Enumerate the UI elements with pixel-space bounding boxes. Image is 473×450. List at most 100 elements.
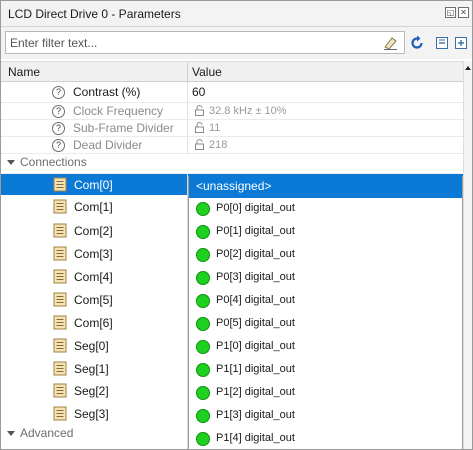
- column-header-value[interactable]: Value: [192, 65, 222, 79]
- pin-status-icon: [196, 386, 210, 400]
- help-icon[interactable]: ?: [52, 86, 65, 99]
- scroll-up-icon[interactable]: [465, 66, 471, 70]
- param-name: Sub-Frame Divider: [73, 121, 174, 135]
- help-icon[interactable]: ?: [52, 105, 65, 118]
- param-value: 218: [209, 139, 228, 151]
- pin-status-icon: [196, 271, 210, 285]
- close-icon[interactable]: ✕: [458, 7, 469, 18]
- pin-status-icon: [196, 294, 210, 308]
- restore-icon[interactable]: ◱: [445, 7, 456, 18]
- contrast-value-input[interactable]: 60: [192, 85, 205, 99]
- connection-name: Com[1]: [74, 200, 113, 214]
- param-value: 11: [209, 122, 221, 134]
- pin-connection-icon: [53, 338, 67, 353]
- param-name: Dead Divider: [73, 138, 143, 152]
- category-label: Advanced: [20, 426, 74, 440]
- pin-status-icon: [196, 340, 210, 354]
- pin-connection-icon: [53, 361, 67, 376]
- pin-connection-icon: [53, 199, 67, 214]
- connection-name: Com[0]: [74, 178, 113, 192]
- category-connections[interactable]: Connections: [1, 154, 463, 174]
- filter-input[interactable]: Enter filter text...: [5, 31, 405, 54]
- column-header-name[interactable]: Name: [8, 65, 40, 79]
- dropdown-option[interactable]: P0[4] digital_out: [189, 290, 462, 312]
- dropdown-option[interactable]: P1[1] digital_out: [189, 359, 462, 381]
- connection-name: Seg[2]: [74, 384, 109, 398]
- column-divider[interactable]: [187, 62, 188, 82]
- pin-assignment-dropdown[interactable]: <unassigned> P0[0] digital_out P0[1] dig…: [188, 176, 463, 449]
- category-label: Connections: [20, 155, 87, 169]
- vertical-scrollbar[interactable]: [463, 61, 472, 449]
- dropdown-option-unassigned[interactable]: <unassigned>: [189, 176, 462, 198]
- connection-name: Seg[1]: [74, 362, 109, 376]
- pin-connection-icon: [53, 269, 67, 284]
- option-label: P0[5] digital_out: [216, 317, 295, 329]
- param-row-dead-divider[interactable]: ? Dead Divider 218: [1, 137, 463, 154]
- param-name: Clock Frequency: [73, 104, 164, 118]
- dropdown-option[interactable]: P1[4] digital_out: [189, 428, 462, 449]
- pin-status-icon: [196, 248, 210, 262]
- lock-icon: [195, 122, 204, 133]
- help-icon[interactable]: ?: [52, 139, 65, 152]
- option-label: <unassigned>: [196, 179, 272, 193]
- lock-icon: [195, 139, 204, 150]
- pin-status-icon: [196, 409, 210, 423]
- connection-name: Com[3]: [74, 247, 113, 261]
- option-label: P1[3] digital_out: [216, 409, 295, 421]
- pin-connection-icon: [53, 246, 67, 261]
- pin-connection-icon: [53, 383, 67, 398]
- option-label: P0[4] digital_out: [216, 294, 295, 306]
- eraser-icon[interactable]: [382, 35, 398, 51]
- param-row-contrast[interactable]: ? Contrast (%) 60: [1, 82, 463, 103]
- param-row-sub-frame-divider[interactable]: ? Sub-Frame Divider 11: [1, 120, 463, 137]
- toolbar: Enter filter text...: [1, 27, 472, 59]
- pin-status-icon: [196, 432, 210, 446]
- option-label: P0[1] digital_out: [216, 225, 295, 237]
- dropdown-option[interactable]: P0[0] digital_out: [189, 198, 462, 220]
- dropdown-option[interactable]: P0[1] digital_out: [189, 221, 462, 243]
- collapse-arrow-icon[interactable]: [7, 431, 15, 436]
- pin-connection-icon: [53, 406, 67, 421]
- grid-header: Name Value: [1, 61, 463, 82]
- option-label: P1[0] digital_out: [216, 340, 295, 352]
- option-label: P1[1] digital_out: [216, 363, 295, 375]
- option-label: P1[4] digital_out: [216, 432, 295, 444]
- expand-all-icon[interactable]: [453, 35, 469, 51]
- connection-name: Com[6]: [74, 316, 113, 330]
- help-icon[interactable]: ?: [52, 122, 65, 135]
- dropdown-option[interactable]: P1[3] digital_out: [189, 405, 462, 427]
- parameters-panel: LCD Direct Drive 0 - Parameters ◱ ✕ Ente…: [0, 0, 473, 450]
- pin-status-icon: [196, 317, 210, 331]
- title-bar: LCD Direct Drive 0 - Parameters ◱ ✕: [1, 1, 472, 27]
- option-label: P0[0] digital_out: [216, 202, 295, 214]
- param-value: 32.8 kHz ± 10%: [209, 105, 287, 117]
- collapse-all-icon[interactable]: [434, 35, 450, 51]
- option-label: P0[3] digital_out: [216, 271, 295, 283]
- refresh-icon[interactable]: [409, 35, 425, 51]
- pin-status-icon: [196, 225, 210, 239]
- panel-title: LCD Direct Drive 0 - Parameters: [8, 7, 181, 21]
- dropdown-option[interactable]: P1[2] digital_out: [189, 382, 462, 404]
- connection-name: Seg[0]: [74, 339, 109, 353]
- param-row-clock-frequency[interactable]: ? Clock Frequency 32.8 kHz ± 10%: [1, 103, 463, 120]
- connection-name: Com[2]: [74, 224, 113, 238]
- dropdown-option[interactable]: P0[2] digital_out: [189, 244, 462, 266]
- dropdown-option[interactable]: P0[5] digital_out: [189, 313, 462, 335]
- dropdown-option[interactable]: P0[3] digital_out: [189, 267, 462, 289]
- filter-placeholder: Enter filter text...: [10, 36, 98, 50]
- connection-name: Seg[3]: [74, 407, 109, 421]
- pin-connection-icon: [53, 292, 67, 307]
- collapse-arrow-icon[interactable]: [7, 160, 15, 165]
- connection-name: Com[5]: [74, 293, 113, 307]
- dropdown-option[interactable]: P1[0] digital_out: [189, 336, 462, 358]
- option-label: P1[2] digital_out: [216, 386, 295, 398]
- lock-icon: [195, 105, 204, 116]
- param-name: Contrast (%): [73, 85, 141, 99]
- pin-connection-icon: [53, 223, 67, 238]
- connection-name: Com[4]: [74, 270, 113, 284]
- pin-status-icon: [196, 202, 210, 216]
- pin-connection-icon: [53, 315, 67, 330]
- pin-status-icon: [196, 363, 210, 377]
- pin-connection-icon: [53, 177, 67, 192]
- option-label: P0[2] digital_out: [216, 248, 295, 260]
